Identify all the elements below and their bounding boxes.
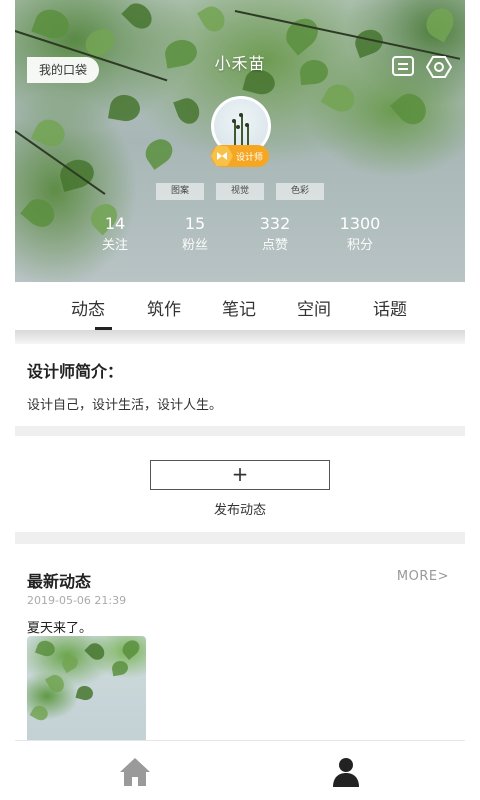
tag-item[interactable]: 视觉 bbox=[216, 183, 264, 200]
stat-likes[interactable]: 332 点赞 bbox=[230, 214, 320, 253]
user-icon[interactable] bbox=[328, 755, 364, 789]
leaf-decoration bbox=[75, 684, 95, 702]
leaf-decoration bbox=[34, 638, 58, 659]
designer-intro: 设计师简介： 设计自己，设计生活，设计人生。 bbox=[15, 344, 465, 426]
post-date: 2019-05-06 21:39 bbox=[27, 594, 127, 607]
intro-title: 设计师简介： bbox=[27, 362, 124, 381]
stat-label: 点赞 bbox=[261, 238, 288, 253]
stat-points[interactable]: 1300 积分 bbox=[315, 214, 405, 253]
leaf-decoration bbox=[196, 2, 230, 36]
tab-notes[interactable]: 笔记 bbox=[222, 295, 256, 320]
leaf-decoration bbox=[320, 79, 360, 117]
profile-header: 我的口袋 小禾苗 设计师 图案 视觉 色彩 14 关注 15 粉丝 332 点赞… bbox=[15, 0, 465, 282]
more-link[interactable]: MORE> bbox=[397, 569, 449, 584]
publish-button[interactable]: + bbox=[150, 460, 330, 490]
tab-dynamics[interactable]: 动态 bbox=[71, 295, 105, 320]
leaf-decoration bbox=[140, 134, 178, 170]
leaf-decoration bbox=[121, 0, 157, 34]
tab-divider bbox=[15, 330, 465, 344]
stat-label: 积分 bbox=[346, 238, 373, 253]
post-text: 夏天来了。 bbox=[27, 621, 93, 636]
tab-works[interactable]: 筑作 bbox=[147, 295, 181, 320]
designer-badge: 设计师 bbox=[211, 145, 270, 167]
stat-followers[interactable]: 15 粉丝 bbox=[150, 214, 240, 253]
leaf-decoration bbox=[421, 3, 459, 43]
stat-following[interactable]: 14 关注 bbox=[70, 214, 160, 253]
leaf-decoration bbox=[107, 92, 143, 124]
section-divider bbox=[15, 532, 465, 544]
leaf-decoration bbox=[29, 702, 51, 724]
bottom-navigation bbox=[15, 740, 465, 800]
tab-space[interactable]: 空间 bbox=[297, 295, 331, 320]
stat-value: 332 bbox=[259, 214, 291, 233]
stat-label: 粉丝 bbox=[181, 238, 208, 253]
publish-label: 发布动态 bbox=[213, 503, 266, 518]
leaf-decoration bbox=[84, 639, 108, 664]
leaf-decoration bbox=[173, 95, 203, 127]
publish-section: + 发布动态 bbox=[15, 436, 465, 532]
tag-list: 图案 视觉 色彩 bbox=[15, 183, 465, 200]
leaf-decoration bbox=[110, 659, 130, 677]
section-divider bbox=[15, 426, 465, 436]
tag-item[interactable]: 色彩 bbox=[276, 183, 324, 200]
post-image[interactable] bbox=[27, 636, 146, 740]
stat-label: 关注 bbox=[101, 238, 128, 253]
designer-badge-icon bbox=[211, 146, 233, 166]
badge-label: 设计师 bbox=[236, 152, 264, 163]
stat-value: 1300 bbox=[339, 214, 381, 233]
settings-icon[interactable] bbox=[425, 55, 453, 79]
leaf-decoration bbox=[389, 87, 433, 131]
tab-topics[interactable]: 话题 bbox=[373, 295, 407, 320]
tag-item[interactable]: 图案 bbox=[156, 183, 204, 200]
latest-posts: 最新动态 MORE> 2019-05-06 21:39 夏天来了。 bbox=[15, 544, 465, 740]
leaf-decoration bbox=[119, 636, 143, 661]
message-icon[interactable] bbox=[391, 55, 417, 79]
profile-tabs: 动态 筑作 笔记 空间 话题 bbox=[15, 282, 465, 330]
leaf-decoration bbox=[45, 671, 67, 696]
home-icon[interactable] bbox=[117, 755, 153, 789]
stat-value: 14 bbox=[104, 214, 126, 233]
leaf-decoration bbox=[59, 652, 81, 674]
stat-value: 15 bbox=[184, 214, 206, 233]
intro-text: 设计自己，设计生活，设计人生。 bbox=[27, 398, 223, 413]
latest-title: 最新动态 bbox=[27, 572, 92, 591]
